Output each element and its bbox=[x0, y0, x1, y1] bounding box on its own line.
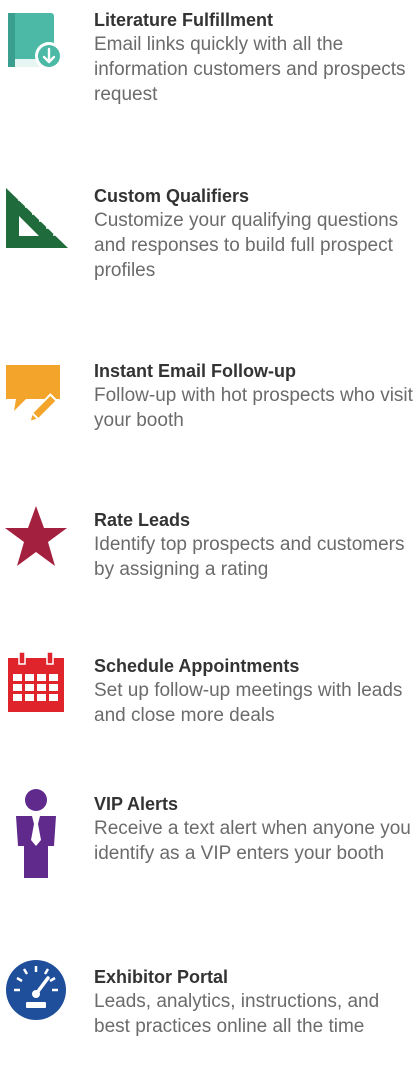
feature-description: Customize your qualifying questions and … bbox=[94, 210, 399, 281]
vip-person-icon bbox=[4, 788, 68, 878]
feature-title: VIP Alerts bbox=[94, 794, 179, 814]
star-icon bbox=[4, 504, 68, 568]
feature-title: Literature Fulfillment bbox=[94, 10, 274, 30]
feature-title: Exhibitor Portal bbox=[94, 967, 229, 987]
feature-description: Receive a text alert when anyone you ide… bbox=[94, 818, 411, 864]
feature-title: Rate Leads bbox=[94, 510, 191, 530]
book-download-icon bbox=[4, 12, 68, 76]
feature-title: Instant Email Follow-up bbox=[94, 361, 296, 381]
feature-description: Identify top prospects and customers by … bbox=[94, 534, 405, 580]
feature-description: Follow-up with hot prospects who visit y… bbox=[94, 385, 413, 431]
feature-title: Schedule Appointments bbox=[94, 656, 300, 676]
feature-description: Email links quickly with all the informa… bbox=[94, 34, 406, 105]
feature-description: Set up follow-up meetings with leads and… bbox=[94, 680, 403, 726]
feature-description: Leads, analytics, instructions, and best… bbox=[94, 991, 380, 1037]
calendar-icon bbox=[4, 650, 68, 714]
triangle-ruler-icon bbox=[4, 186, 68, 250]
speedometer-icon bbox=[4, 958, 68, 1022]
chat-pencil-icon bbox=[4, 363, 68, 427]
feature-title: Custom Qualifiers bbox=[94, 186, 250, 206]
